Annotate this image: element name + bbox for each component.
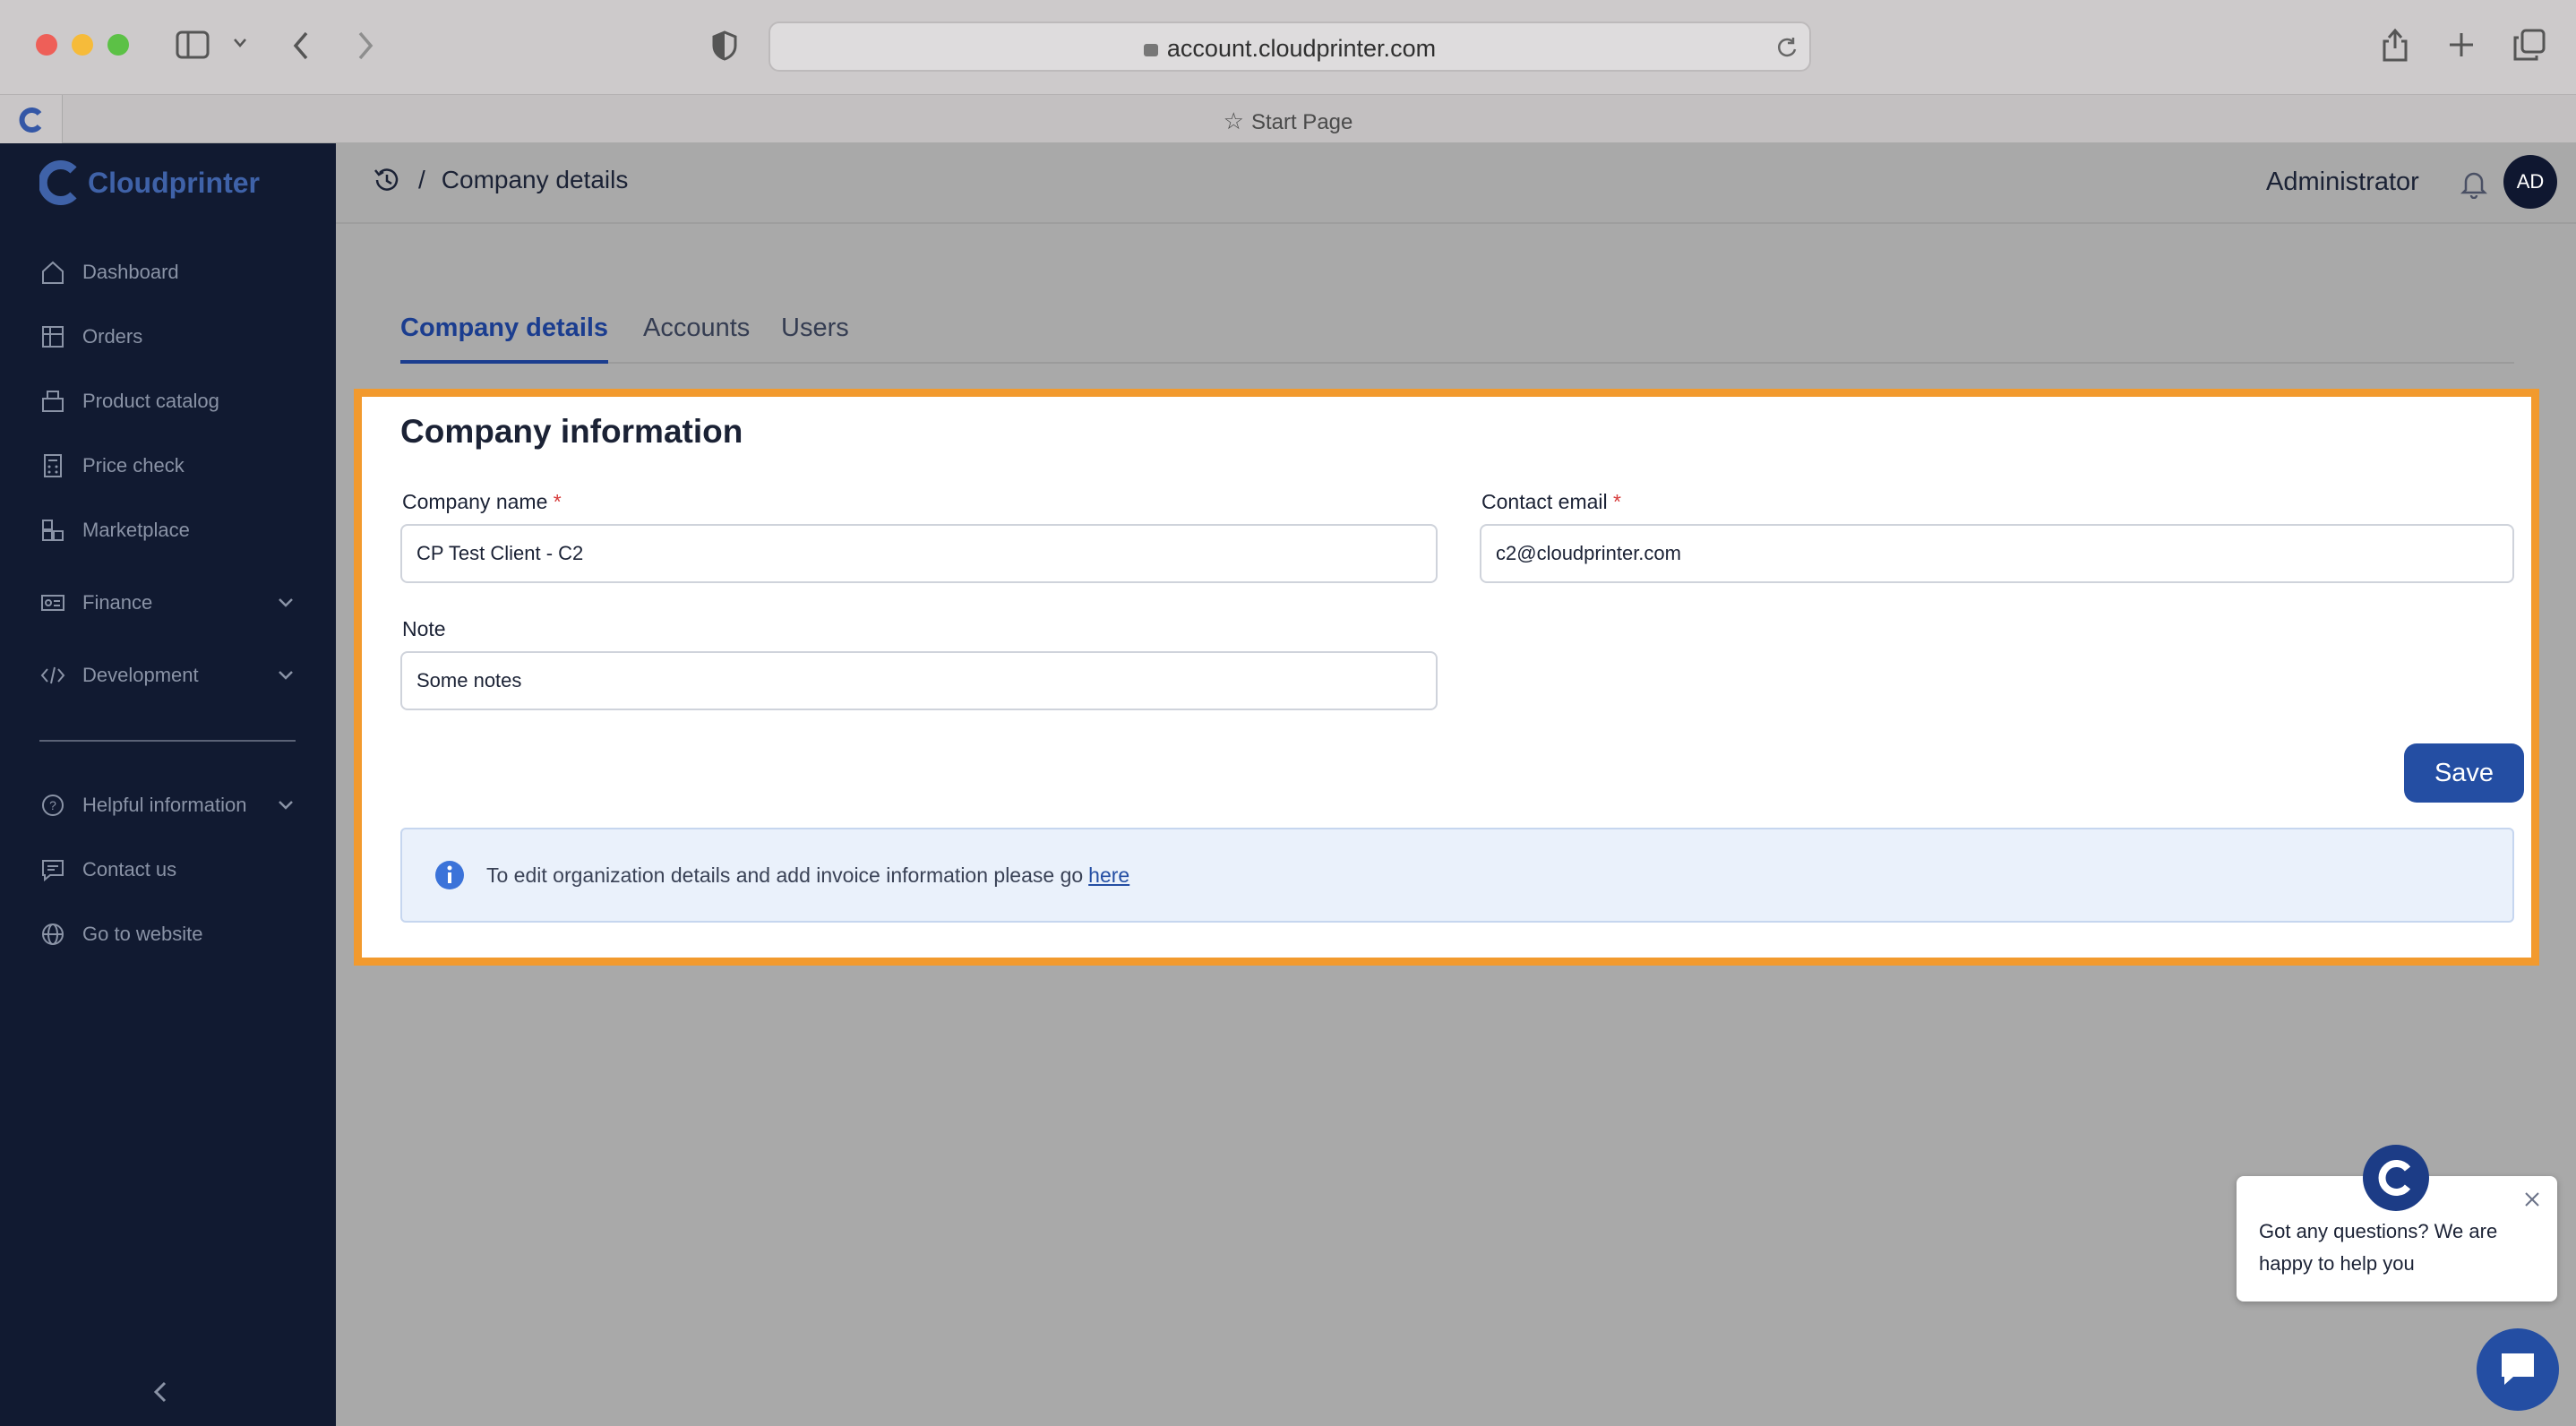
home-icon bbox=[42, 261, 64, 284]
product-catalog-icon bbox=[42, 391, 64, 412]
sidebar-item-marketplace[interactable]: Marketplace bbox=[39, 512, 190, 548]
sidebar-item-label: Go to website bbox=[82, 923, 203, 945]
breadcrumb-separator: / bbox=[418, 166, 425, 193]
sidebar-item-price-check[interactable]: Price check bbox=[39, 448, 185, 484]
chat-bubble-icon bbox=[2502, 1353, 2534, 1385]
sidebar-item-label: Price check bbox=[82, 454, 185, 477]
orders-icon bbox=[42, 326, 64, 348]
tab-bar: Company details Accounts Users bbox=[400, 314, 2514, 364]
tab-company-details[interactable]: Company details bbox=[400, 314, 609, 364]
avatar[interactable]: AD bbox=[2503, 155, 2557, 209]
sidebar-item-label: Development bbox=[82, 664, 199, 686]
note-label: Note bbox=[402, 617, 446, 640]
chat-launcher-button[interactable] bbox=[2477, 1328, 2559, 1411]
header: / Company details Administrator AD bbox=[336, 143, 2576, 224]
sidebar-item-label: Marketplace bbox=[82, 519, 190, 541]
cloudprinter-logo-icon bbox=[39, 160, 77, 205]
sidebar-item-contact-us[interactable]: Contact us bbox=[39, 852, 176, 888]
tab-accounts[interactable]: Accounts bbox=[643, 314, 750, 364]
back-icon[interactable] bbox=[292, 30, 310, 61]
company-name-label: Company name * bbox=[402, 490, 562, 513]
forward-icon[interactable] bbox=[356, 30, 374, 61]
finance-icon bbox=[41, 595, 64, 611]
sidebar-item-dashboard[interactable]: Dashboard bbox=[39, 254, 179, 290]
chat-avatar bbox=[2363, 1145, 2429, 1211]
browser-tab[interactable]: ☆ Start Page bbox=[0, 107, 2576, 135]
sidebar-divider bbox=[39, 740, 296, 742]
bell-icon[interactable] bbox=[2460, 168, 2487, 199]
browser-tab-bar: ☆ Start Page bbox=[0, 95, 2576, 143]
page-title: Company details bbox=[441, 166, 629, 193]
url-text: account.cloudprinter.com bbox=[770, 35, 1809, 63]
star-icon: ☆ bbox=[1223, 107, 1244, 134]
required-marker: * bbox=[553, 490, 562, 513]
section-title: Company information bbox=[400, 413, 743, 450]
shield-icon[interactable] bbox=[711, 30, 738, 61]
svg-text:?: ? bbox=[49, 798, 56, 812]
sidebar: Cloudprinter Dashboard Orders Product ca… bbox=[0, 143, 336, 1426]
sidebar-item-development[interactable]: Development bbox=[39, 657, 308, 693]
close-window-button[interactable] bbox=[36, 34, 57, 56]
sidebar-item-go-to-website[interactable]: Go to website bbox=[39, 916, 203, 952]
chat-message: Got any questions? We are happy to help … bbox=[2259, 1220, 2498, 1275]
globe-icon bbox=[42, 923, 64, 945]
chevron-down-icon bbox=[279, 598, 293, 607]
sidebar-item-finance[interactable]: Finance bbox=[39, 585, 308, 621]
info-banner: To edit organization details and add inv… bbox=[400, 828, 2514, 923]
tab-overview-icon[interactable] bbox=[2513, 29, 2546, 61]
share-icon[interactable] bbox=[2381, 27, 2409, 63]
chevron-down-icon bbox=[279, 671, 293, 680]
here-link[interactable]: here bbox=[1088, 863, 1129, 887]
close-icon[interactable] bbox=[2523, 1190, 2541, 1208]
code-icon bbox=[40, 666, 65, 684]
marketplace-icon bbox=[42, 520, 64, 541]
chevron-down-icon bbox=[279, 801, 293, 810]
collapse-sidebar-icon[interactable] bbox=[150, 1379, 172, 1405]
save-button[interactable]: Save bbox=[2404, 743, 2524, 803]
sidebar-item-label: Helpful information bbox=[82, 794, 247, 816]
new-tab-icon[interactable] bbox=[2447, 30, 2476, 59]
required-marker: * bbox=[1613, 490, 1621, 513]
history-icon[interactable] bbox=[372, 165, 402, 195]
help-icon: ? bbox=[42, 795, 64, 816]
company-name-input[interactable]: CP Test Client - C2 bbox=[400, 524, 1438, 583]
sidebar-item-label: Orders bbox=[82, 325, 143, 348]
breadcrumb: / Company details bbox=[372, 165, 628, 195]
tab-users[interactable]: Users bbox=[781, 314, 849, 364]
chat-icon bbox=[42, 860, 64, 882]
sidebar-item-label: Contact us bbox=[82, 858, 177, 881]
sidebar-item-helpful-information[interactable]: ? Helpful information bbox=[39, 787, 308, 823]
sidebar-item-label: Finance bbox=[82, 591, 153, 614]
logo-text: Cloudprinter bbox=[88, 166, 260, 199]
calculator-icon bbox=[44, 454, 62, 477]
sidebar-item-label: Dashboard bbox=[82, 261, 179, 283]
contact-email-label: Contact email * bbox=[1481, 490, 1621, 513]
sidebar-item-orders[interactable]: Orders bbox=[39, 319, 142, 355]
browser-toolbar: account.cloudprinter.com bbox=[0, 0, 2576, 95]
sidebar-item-product-catalog[interactable]: Product catalog bbox=[39, 383, 219, 419]
address-bar[interactable]: account.cloudprinter.com bbox=[769, 21, 1811, 72]
sidebar-item-label: Product catalog bbox=[82, 390, 219, 412]
zoom-window-button[interactable] bbox=[107, 34, 129, 56]
company-information-card: Company information Company name * CP Te… bbox=[354, 389, 2539, 966]
info-text: To edit organization details and add inv… bbox=[486, 863, 1130, 887]
user-name[interactable]: Administrator bbox=[2266, 168, 2419, 197]
lock-icon bbox=[1143, 43, 1158, 56]
info-icon bbox=[435, 861, 464, 889]
minimize-window-button[interactable] bbox=[72, 34, 93, 56]
chevron-down-icon[interactable] bbox=[233, 38, 247, 48]
logo[interactable]: Cloudprinter bbox=[39, 158, 260, 208]
reload-icon[interactable] bbox=[1775, 36, 1799, 59]
sidebar-toggle-icon[interactable] bbox=[176, 30, 210, 59]
note-input[interactable]: Some notes bbox=[400, 651, 1438, 710]
contact-email-input[interactable]: c2@cloudprinter.com bbox=[1480, 524, 2514, 583]
cloudprinter-logo-icon bbox=[2378, 1160, 2411, 1196]
